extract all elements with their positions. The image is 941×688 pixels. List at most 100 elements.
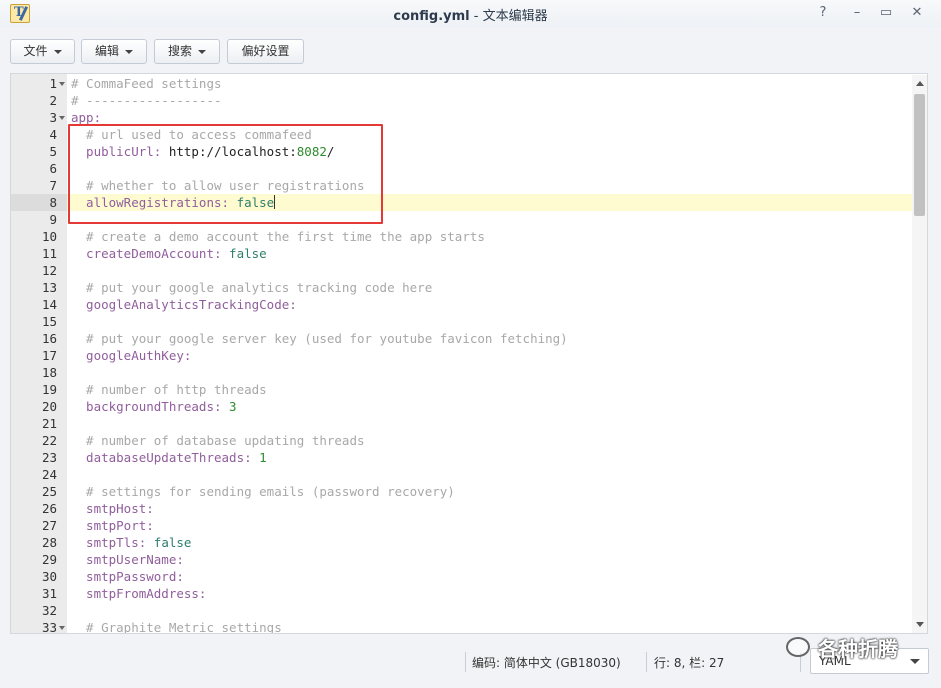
line-number: 15 [41,314,57,329]
line-number: 22 [41,433,57,448]
annotation-highlight-box [68,124,383,224]
line-number: 17 [41,348,57,363]
code-text: # number of http threads [71,381,267,398]
line-number: 23 [41,450,57,465]
code-text: # CommaFeed settings [71,75,222,92]
code-line[interactable]: 12 [11,262,913,279]
code-line[interactable]: 33 # Graphite Metric settings [11,619,913,634]
line-number: 20 [41,399,57,414]
code-line[interactable]: 18 [11,364,913,381]
code-line[interactable]: 22 # number of database updating threads [11,432,913,449]
code-text: # put your google server key (used for y… [71,330,568,347]
code-token-key: smtpUserName: [71,552,184,567]
code-line[interactable]: 31 smtpFromAddress: [11,585,913,602]
code-token-num: 1 [251,450,267,465]
code-line[interactable]: 16 # put your google server key (used fo… [11,330,913,347]
watermark: 各种折腾 [786,633,936,663]
line-number: 4 [49,127,57,142]
code-token-key: createDemoAccount: [71,246,222,261]
code-token-comment: # put your google analytics tracking cod… [71,280,433,295]
code-token-key: databaseUpdateThreads: [71,450,252,465]
code-line[interactable]: 32 [11,602,913,619]
code-line[interactable]: 10 # create a demo account the first tim… [11,228,913,245]
code-token-comment: # settings for sending emails (password … [71,484,455,499]
status-divider [646,652,647,672]
code-line[interactable]: 29 smtpUserName: [11,551,913,568]
code-token-key: smtpHost: [71,501,154,516]
line-number: 8 [11,194,67,211]
fold-toggle-icon[interactable] [59,116,65,120]
code-line[interactable]: 27 smtpPort: [11,517,913,534]
minimize-icon[interactable]: – [847,4,867,22]
cursor-position-status: 行: 8, 栏: 27 [654,656,725,670]
code-token-comment: # number of http threads [71,382,267,397]
encoding-status[interactable]: 编码: 简体中文 (GB18030) [472,654,621,671]
code-line[interactable]: 17 googleAuthKey: [11,347,913,364]
code-line[interactable]: 14 googleAnalyticsTrackingCode: [11,296,913,313]
code-line[interactable]: 15 [11,313,913,330]
line-number: 19 [41,382,57,397]
code-line[interactable]: 2 # ------------------ [11,92,913,109]
scroll-down-arrow-icon[interactable] [916,622,924,627]
line-number: 27 [41,518,57,533]
window-title-filename: config.yml [393,9,470,24]
search-menu-button[interactable]: 搜索 [154,39,220,64]
code-token-key: backgroundThreads: [71,399,222,414]
code-text: smtpFromAddress: [71,585,206,602]
code-token-comment: # number of database updating threads [71,433,365,448]
code-token-comment: # CommaFeed settings [71,76,222,91]
code-line[interactable]: 23 databaseUpdateThreads: 1 [11,449,913,466]
edit-menu-label: 编辑 [94,44,119,58]
scrollbar-thumb[interactable] [914,94,925,216]
line-number: 11 [41,246,57,261]
fold-toggle-icon[interactable] [59,626,65,630]
code-token-comment: # Graphite Metric settings [71,620,282,634]
code-line[interactable]: 19 # number of http threads [11,381,913,398]
code-text: # create a demo account the first time t… [71,228,485,245]
wechat-icon [786,637,810,657]
edit-menu-button[interactable]: 编辑 [81,39,147,64]
file-menu-button[interactable]: 文件 [10,39,75,64]
code-line[interactable]: 28 smtpTls: false [11,534,913,551]
code-text: googleAnalyticsTrackingCode: [71,296,297,313]
toolbar: 文件 编辑 搜索 偏好设置 [0,28,941,72]
code-text: databaseUpdateThreads: 1 [71,449,267,466]
code-token-key: smtpPassword: [71,569,184,584]
code-text: smtpPassword: [71,568,184,585]
line-number: 18 [41,365,57,380]
line-number: 28 [41,535,57,550]
close-icon[interactable]: ✕ [907,4,927,22]
code-line[interactable]: 24 [11,466,913,483]
vertical-scrollbar[interactable] [912,75,927,633]
line-number: 31 [41,586,57,601]
title-bar: T config.yml - 文本编辑器 ? – ▭ ✕ [0,0,941,28]
code-token-bool: false [221,246,267,261]
line-number: 21 [41,416,57,431]
search-menu-label: 搜索 [167,44,192,58]
maximize-icon[interactable]: ▭ [876,4,896,22]
fold-toggle-icon[interactable] [59,82,65,86]
code-line[interactable]: 11 createDemoAccount: false [11,245,913,262]
window-title-separator: - [469,9,483,24]
code-line[interactable]: 26 smtpHost: [11,500,913,517]
code-line[interactable]: 1 # CommaFeed settings [11,75,913,92]
code-token-key: smtpFromAddress: [71,586,207,601]
line-number: 2 [49,93,57,108]
code-line[interactable]: 30 smtpPassword: [11,568,913,585]
code-line[interactable]: 20 backgroundThreads: 3 [11,398,913,415]
preferences-button[interactable]: 偏好设置 [227,39,304,64]
chevron-down-icon [53,49,62,54]
line-number: 14 [41,297,57,312]
code-line[interactable]: 25 # settings for sending emails (passwo… [11,483,913,500]
file-menu-label: 文件 [23,44,48,58]
code-token-comment: # create a demo account the first time t… [71,229,485,244]
scroll-up-arrow-icon[interactable] [916,81,924,86]
code-line[interactable]: 21 [11,415,913,432]
line-number: 16 [41,331,57,346]
code-token-key: googleAnalyticsTrackingCode: [71,297,297,312]
help-icon[interactable]: ? [813,4,833,22]
code-line[interactable]: 13 # put your google analytics tracking … [11,279,913,296]
code-token-bool: false [146,535,192,550]
chevron-down-icon [125,49,133,54]
code-text: smtpUserName: [71,551,184,568]
